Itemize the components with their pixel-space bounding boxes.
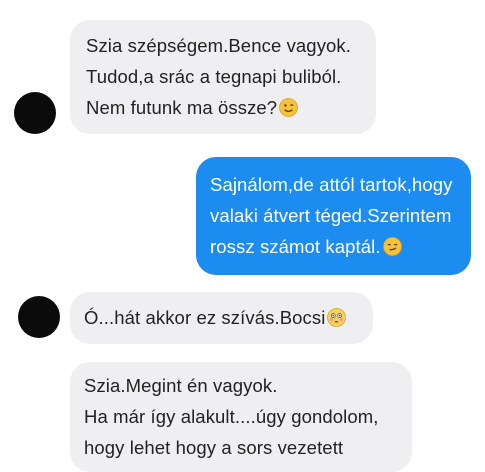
flushed-face-icon	[327, 308, 347, 327]
message-text-line: valaki átvert téged.Szerintem	[210, 205, 452, 226]
contact-avatar[interactable]	[14, 92, 56, 134]
message-text-line: Szia szépségem.Bence vagyok.	[86, 35, 352, 56]
incoming-message-bubble[interactable]: Szia szépségem.Bence vagyok. Tudod,a srá…	[70, 20, 376, 134]
message-text-line: Nem futunk ma össze?	[86, 92, 376, 123]
message-text-line: Ha már így alakult....úgy gondolom,	[84, 406, 379, 427]
message-text-line: rossz számot kaptál.	[210, 231, 471, 262]
chat-thread: Szia szépségem.Bence vagyok. Tudod,a srá…	[0, 0, 485, 472]
incoming-message-bubble[interactable]: Ó...hát akkor ez szívás.Bocsi	[70, 292, 373, 344]
message-text-line: hogy lehet hogy a sors vezetett	[84, 437, 344, 458]
message-text-line: Tudod,a srác a tegnapi buliból.	[86, 66, 342, 87]
smirking-face-icon	[382, 237, 402, 256]
winking-face-icon	[279, 98, 299, 117]
incoming-message-bubble[interactable]: Szia.Megint én vagyok. Ha már így alakul…	[70, 362, 412, 472]
message-text-line: Szia.Megint én vagyok.	[84, 375, 278, 396]
message-text-line: Ó...hát akkor ez szívás.Bocsi	[84, 302, 373, 333]
message-text-line: Sajnálom,de attól tartok,hogy	[210, 174, 453, 195]
outgoing-message-bubble[interactable]: Sajnálom,de attól tartok,hogy valaki átv…	[196, 157, 471, 275]
contact-avatar[interactable]	[18, 296, 60, 338]
